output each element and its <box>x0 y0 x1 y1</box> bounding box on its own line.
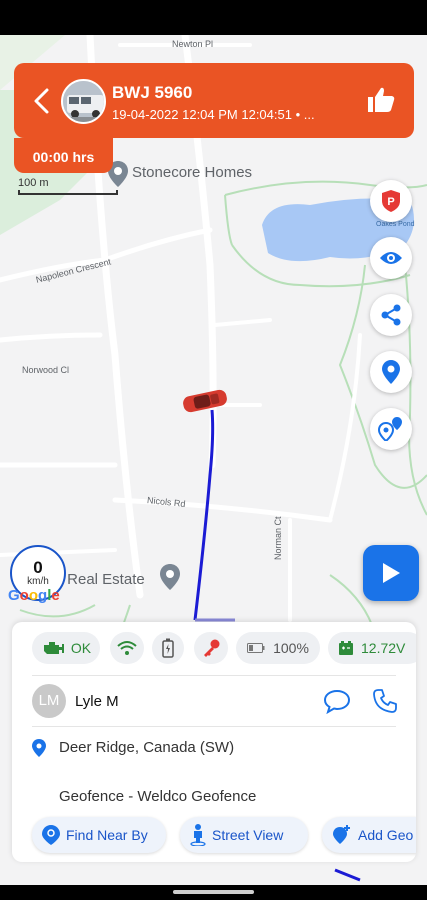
battery-level-icon <box>247 643 265 653</box>
divider <box>32 726 396 727</box>
battery-level-chip: 100% <box>236 632 320 664</box>
thumbs-up-icon[interactable] <box>366 86 396 114</box>
engine-status-chip: OK <box>32 632 100 664</box>
visibility-button[interactable] <box>370 237 412 279</box>
play-icon <box>383 563 400 583</box>
vehicle-info-card: OK 100% 12.72V LM Lyle M Deer Ridge, Can… <box>12 622 416 862</box>
map-pin-icon <box>32 739 46 757</box>
vehicle-marker-icon[interactable] <box>180 387 230 415</box>
find-near-by-label: Find Near By <box>66 827 148 843</box>
battery-level-text: 100% <box>273 640 309 656</box>
pond-label: Oakes Pond <box>376 221 415 228</box>
duration-badge: 00:00 hrs <box>14 138 113 173</box>
add-geofence-label: Add Geo <box>358 827 414 843</box>
search-pin-icon <box>42 825 60 845</box>
location-button[interactable] <box>370 351 412 393</box>
poi-stonecore-label: Stonecore Homes <box>132 164 253 181</box>
driver-name: Lyle M <box>75 693 119 710</box>
geofence-text: Geofence - Weldco Geofence <box>59 788 257 805</box>
app-screen: Newton Pl Napoleon Crescent Norwood Cl N… <box>0 0 427 900</box>
vehicle-header-card: BWJ 5960 19-04-2022 12:04 PM 12:04:51 • … <box>14 63 414 138</box>
share-icon <box>381 304 401 326</box>
google-logo: Google <box>8 587 60 604</box>
map-scale-bar <box>18 190 118 195</box>
svg-text:P: P <box>387 196 394 208</box>
engine-status-text: OK <box>70 640 92 656</box>
timestamp-text: 19-04-2022 12:04 PM 12:04:51 • ... <box>112 107 315 122</box>
multi-pin-icon <box>378 417 402 441</box>
street-label-newton: Newton Pl <box>172 39 214 49</box>
multi-location-button[interactable] <box>370 408 412 450</box>
device-battery-chip <box>152 632 184 664</box>
key-icon <box>204 639 220 657</box>
poi-pin-icon <box>160 564 180 590</box>
street-label-norwood: Norwood Cl <box>22 365 70 375</box>
add-pin-icon <box>333 825 350 844</box>
eye-icon <box>380 252 402 264</box>
share-button[interactable] <box>370 294 412 336</box>
network-chip <box>110 632 144 664</box>
ignition-chip <box>194 632 228 664</box>
map-pin-icon <box>382 360 400 384</box>
voltage-chip: 12.72V <box>328 632 416 664</box>
driver-avatar: LM <box>32 684 66 718</box>
phone-icon[interactable] <box>372 688 398 714</box>
play-button[interactable] <box>363 545 419 601</box>
vehicle-avatar[interactable] <box>61 79 106 124</box>
street-view-icon <box>190 824 206 846</box>
van-image <box>63 81 104 122</box>
home-handle[interactable] <box>173 890 254 894</box>
street-view-label: Street View <box>212 827 284 843</box>
chat-icon[interactable] <box>323 688 351 714</box>
voltage-text: 12.72V <box>361 640 406 656</box>
chevron-left-icon[interactable] <box>30 87 54 115</box>
parking-button[interactable]: P <box>370 180 412 222</box>
map-scale-label: 100 m <box>18 177 49 189</box>
location-text: Deer Ridge, Canada (SW) <box>59 739 235 756</box>
poi-realestate-label: r Real Estate <box>58 571 145 588</box>
parking-shield-icon: P <box>382 190 400 212</box>
street-view-button[interactable]: Street View <box>180 817 308 853</box>
add-geofence-button[interactable]: Add Geo <box>322 817 416 853</box>
street-label-norman: Norman Ct <box>273 516 283 560</box>
car-battery-icon <box>339 641 353 655</box>
wifi-icon <box>117 641 137 655</box>
find-near-by-button[interactable]: Find Near By <box>32 817 166 853</box>
battery-icon <box>162 638 174 658</box>
vehicle-plate: BWJ 5960 <box>112 83 193 102</box>
speed-value: 0 <box>33 558 43 577</box>
engine-icon <box>43 642 64 654</box>
divider <box>32 675 396 676</box>
